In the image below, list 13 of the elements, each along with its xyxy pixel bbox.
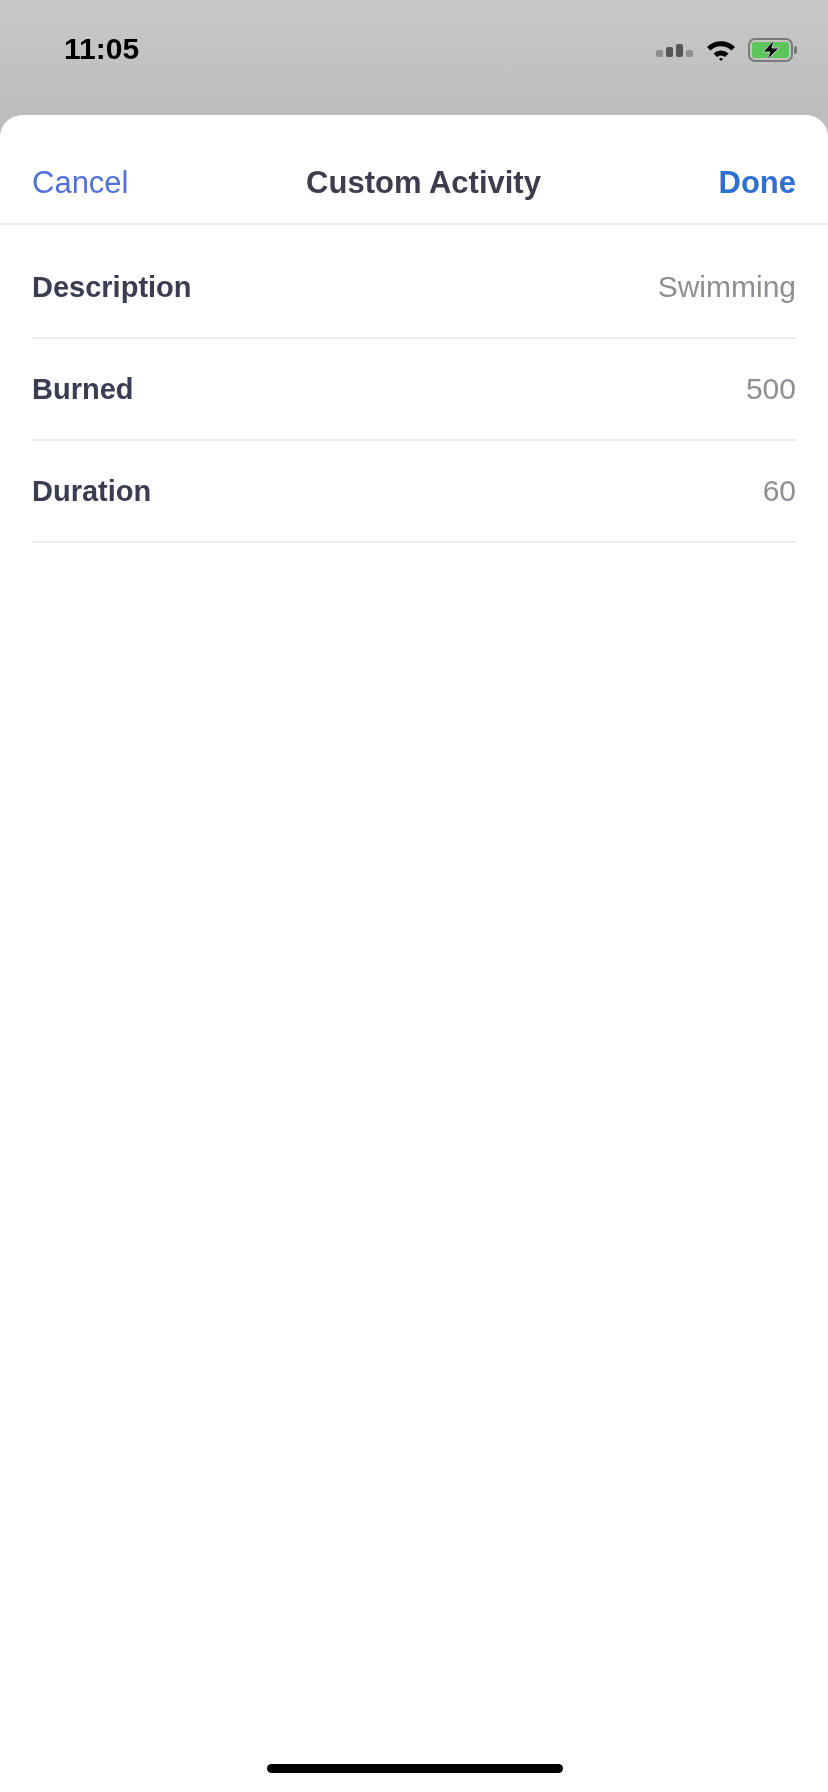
cancel-button[interactable]: Cancel <box>32 165 129 201</box>
status-time: 11:05 <box>64 32 140 66</box>
input-field[interactable]: Swimming <box>436 270 796 304</box>
battery-charging-icon <box>748 38 798 62</box>
field-label: Description <box>32 270 192 304</box>
input-field[interactable]: 60 <box>436 474 796 508</box>
done-button[interactable]: Done <box>718 165 796 201</box>
sheet-title: Custom Activity <box>306 165 541 201</box>
wifi-icon <box>706 39 736 61</box>
signal-icon <box>656 42 694 58</box>
field-label: Burned <box>32 372 134 406</box>
input-field[interactable]: 500 <box>436 372 796 406</box>
field-label: Duration <box>32 474 152 508</box>
